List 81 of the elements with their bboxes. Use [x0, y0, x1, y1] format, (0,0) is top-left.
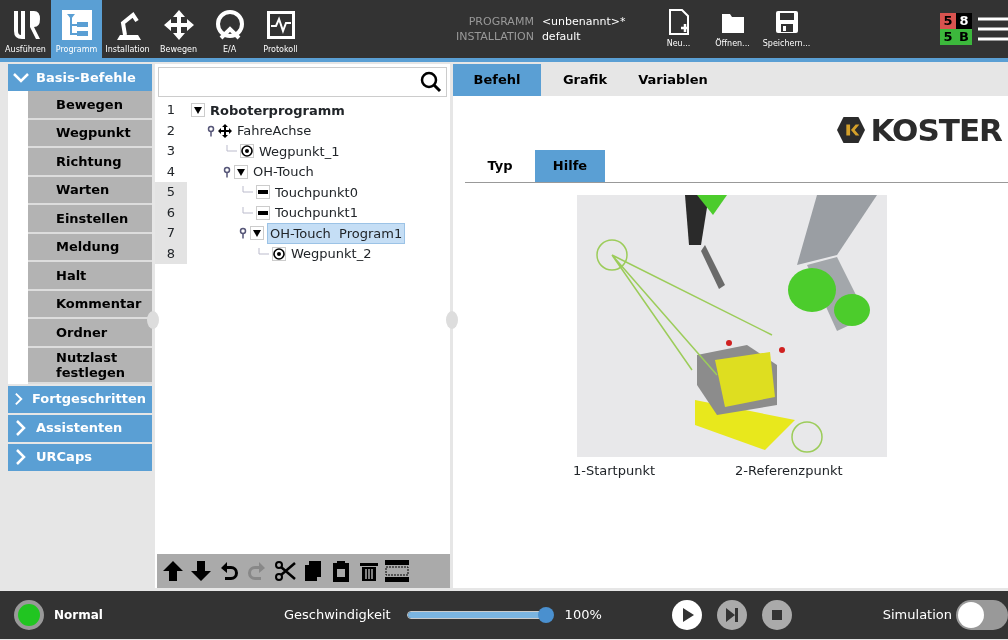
- command-button[interactable]: Warten: [28, 176, 152, 205]
- simulation-label: Simulation: [882, 606, 952, 625]
- simulation-toggle[interactable]: [956, 600, 1008, 630]
- file-button[interactable]: Neu...: [653, 0, 704, 58]
- status-text: Normal: [54, 607, 104, 624]
- line-number: 1: [165, 101, 177, 119]
- nav-tab[interactable]: Installation: [102, 0, 153, 58]
- nav-tab[interactable]: E/A: [204, 0, 255, 58]
- scissors-icon[interactable]: [273, 559, 297, 583]
- arrow-up-icon[interactable]: [161, 559, 185, 583]
- tree-node[interactable]: Touchpunkt1: [273, 203, 360, 223]
- move-icon: [218, 123, 232, 138]
- tree-node[interactable]: FahreAchse: [235, 121, 314, 141]
- tab[interactable]: Grafik: [541, 64, 629, 96]
- pin-icon[interactable]: [223, 165, 231, 178]
- counter-badge: 5: [940, 13, 956, 29]
- slider-thumb[interactable]: [537, 607, 554, 623]
- tab[interactable]: Variablen: [629, 64, 717, 96]
- line-number: 3: [165, 142, 177, 160]
- status-light: [14, 600, 44, 630]
- line-number: 8: [155, 243, 187, 264]
- tab[interactable]: Befehl: [453, 64, 541, 96]
- search-field[interactable]: [158, 67, 447, 97]
- collapse-icon[interactable]: [234, 164, 248, 179]
- file-label: PROGRAMM: [467, 14, 534, 29]
- line-number: 6: [155, 202, 187, 223]
- arrow-down-icon[interactable]: [189, 559, 213, 583]
- counter-badge: 8: [956, 13, 972, 29]
- command-button[interactable]: Bewegen: [28, 91, 152, 120]
- command-button[interactable]: Halt: [28, 262, 152, 291]
- save-icon: [774, 8, 799, 35]
- file-button[interactable]: Öffnen...: [707, 0, 758, 58]
- image-caption: 1-Startpunkt: [573, 462, 656, 480]
- pin-icon[interactable]: [207, 124, 215, 137]
- nav-tab[interactable]: Ausführen: [0, 0, 51, 58]
- tree-node[interactable]: Roboterprogramm: [208, 100, 347, 120]
- counter-badge: 5: [940, 29, 956, 45]
- line-number: 7: [155, 223, 187, 244]
- pin-icon[interactable]: [239, 227, 247, 240]
- file-label: INSTALLATION: [456, 29, 534, 44]
- step-button[interactable]: [716, 600, 747, 630]
- nav-tab[interactable]: Protokoll: [255, 0, 306, 58]
- collapse-icon[interactable]: [191, 103, 205, 118]
- command-button[interactable]: Wegpunkt: [28, 119, 152, 148]
- counter-badge: B: [956, 29, 972, 45]
- command-button[interactable]: Einstellen: [28, 205, 152, 234]
- command-button[interactable]: Ordner: [28, 319, 152, 348]
- stop-button[interactable]: [761, 600, 792, 630]
- new-file-icon: [666, 8, 691, 35]
- command-button[interactable]: Nutzlast festlegen: [28, 347, 152, 384]
- play-button[interactable]: [671, 600, 702, 630]
- tree-node[interactable]: OH-Touch: [251, 162, 316, 182]
- command-button[interactable]: Kommentar: [28, 290, 152, 319]
- waypoint-icon: [272, 246, 286, 261]
- file-value: default: [541, 29, 582, 44]
- speed-label: Geschwindigkeit: [284, 606, 391, 625]
- tab[interactable]: Typ: [465, 150, 535, 182]
- file-button[interactable]: Speichern...: [761, 0, 812, 58]
- logo-text: KOSTER: [870, 112, 1002, 148]
- collapse-handle[interactable]: [446, 311, 458, 329]
- collapse-icon[interactable]: [250, 226, 264, 241]
- nav-tab[interactable]: Bewegen: [153, 0, 204, 58]
- tree-node[interactable]: Touchpunkt0: [273, 182, 360, 202]
- line-number: 2: [165, 121, 177, 140]
- tree-node[interactable]: OH-Touch Program1: [267, 222, 406, 244]
- command-button[interactable]: Richtung: [28, 148, 152, 177]
- waypoint-icon: [240, 144, 254, 159]
- dashed-bar-icon[interactable]: [385, 559, 409, 583]
- line-number: 5: [155, 182, 187, 203]
- command-button[interactable]: Meldung: [28, 233, 152, 262]
- program-tree-icon: [59, 8, 94, 42]
- menu-icon[interactable]: [978, 15, 1008, 43]
- tab[interactable]: Hilfe: [535, 150, 605, 182]
- image-caption: 2-Referenzpunkt: [735, 462, 843, 480]
- speed-reading: 100%: [564, 606, 602, 625]
- collapse-handle[interactable]: [147, 311, 159, 329]
- tree-node[interactable]: Wegpunkt_2: [289, 244, 374, 264]
- file-value: <unbenannt>*: [541, 14, 626, 29]
- logo-icon: [836, 116, 867, 144]
- line-number: 4: [165, 162, 177, 181]
- tree-node[interactable]: Wegpunkt_1: [257, 141, 342, 161]
